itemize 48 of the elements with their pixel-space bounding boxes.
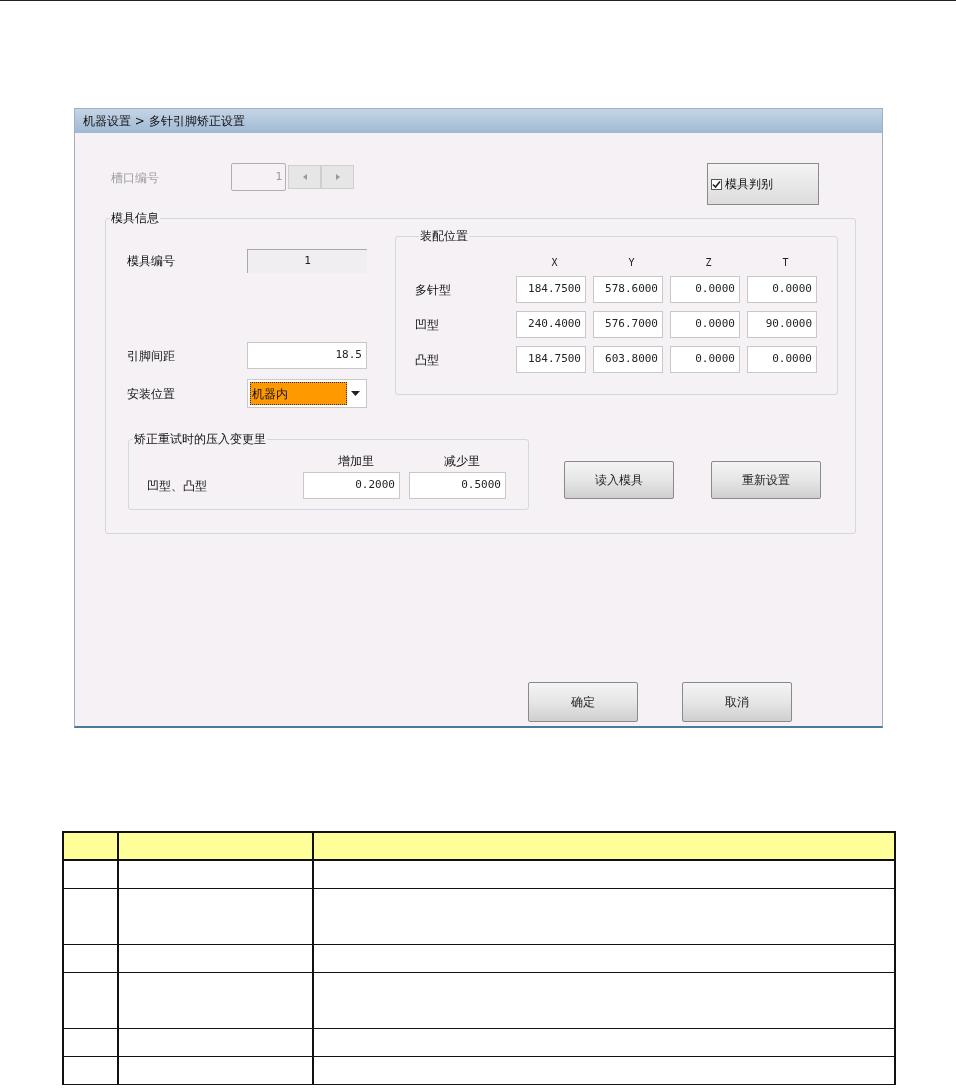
- row-label: 凹型: [415, 316, 440, 334]
- dropdown[interactable]: 机器内: [247, 379, 367, 408]
- number-field[interactable]: 603.8000: [593, 346, 663, 373]
- column-header: 增加里: [337, 453, 375, 470]
- column-header: X: [550, 256, 559, 270]
- number-field[interactable]: 578.6000: [593, 276, 663, 303]
- number-field[interactable]: 0.0000: [747, 276, 817, 303]
- number-field[interactable]: 184.7500: [516, 276, 586, 303]
- decrement-button[interactable]: [288, 165, 321, 189]
- row-label: 多针型: [415, 281, 452, 299]
- group-title: 模具信息: [110, 210, 160, 227]
- number-field[interactable]: 576.7000: [593, 311, 663, 338]
- number-field[interactable]: 0.0000: [747, 346, 817, 373]
- breadcrumb-title: 机器设置 > 多针引脚矫正设置: [75, 109, 882, 133]
- group-title: 装配位置: [419, 228, 469, 245]
- number-field[interactable]: 18.5: [247, 342, 367, 369]
- number-field[interactable]: 0.0000: [670, 311, 740, 338]
- number-field[interactable]: 0.0000: [670, 276, 740, 303]
- mold-number-field: 1: [247, 249, 367, 273]
- field-label: 引脚间距: [127, 347, 176, 365]
- number-field[interactable]: 184.7500: [516, 346, 586, 373]
- field-label: 安装位置: [127, 385, 176, 403]
- dialog-button[interactable]: 重新设置: [711, 461, 821, 499]
- number-field[interactable]: 90.0000: [747, 311, 817, 338]
- column-header: T: [781, 256, 790, 270]
- row-label: 凹型、凸型: [146, 477, 208, 495]
- row-label: 凸型: [415, 351, 440, 369]
- checkbox[interactable]: [711, 178, 722, 190]
- right-triangle-icon: [335, 174, 340, 180]
- dropdown-caret-icon: [351, 391, 360, 396]
- left-triangle-icon: [302, 174, 307, 180]
- column-header: Z: [704, 256, 713, 270]
- increment-button[interactable]: [321, 165, 354, 189]
- number-field[interactable]: 0.0000: [670, 346, 740, 373]
- column-header: 减少里: [443, 453, 481, 470]
- check-icon: [712, 179, 721, 189]
- field-label: 模具编号: [127, 253, 176, 270]
- dropdown-value: 机器内: [250, 382, 347, 405]
- column-header: Y: [627, 256, 636, 270]
- number-field[interactable]: 0.5000: [409, 472, 506, 499]
- dialog-button[interactable]: 确定: [528, 682, 638, 722]
- group-title: 矫正重试时的压入变更里: [133, 431, 267, 448]
- dialog-button[interactable]: 取消: [682, 682, 792, 722]
- mold-check-toggle[interactable]: 模具判别: [707, 163, 819, 205]
- number-field[interactable]: 240.4000: [516, 311, 586, 338]
- field-label: 槽口编号: [111, 170, 160, 187]
- number-field[interactable]: 0.2000: [303, 472, 400, 499]
- dialog-button[interactable]: 读入模具: [564, 461, 674, 499]
